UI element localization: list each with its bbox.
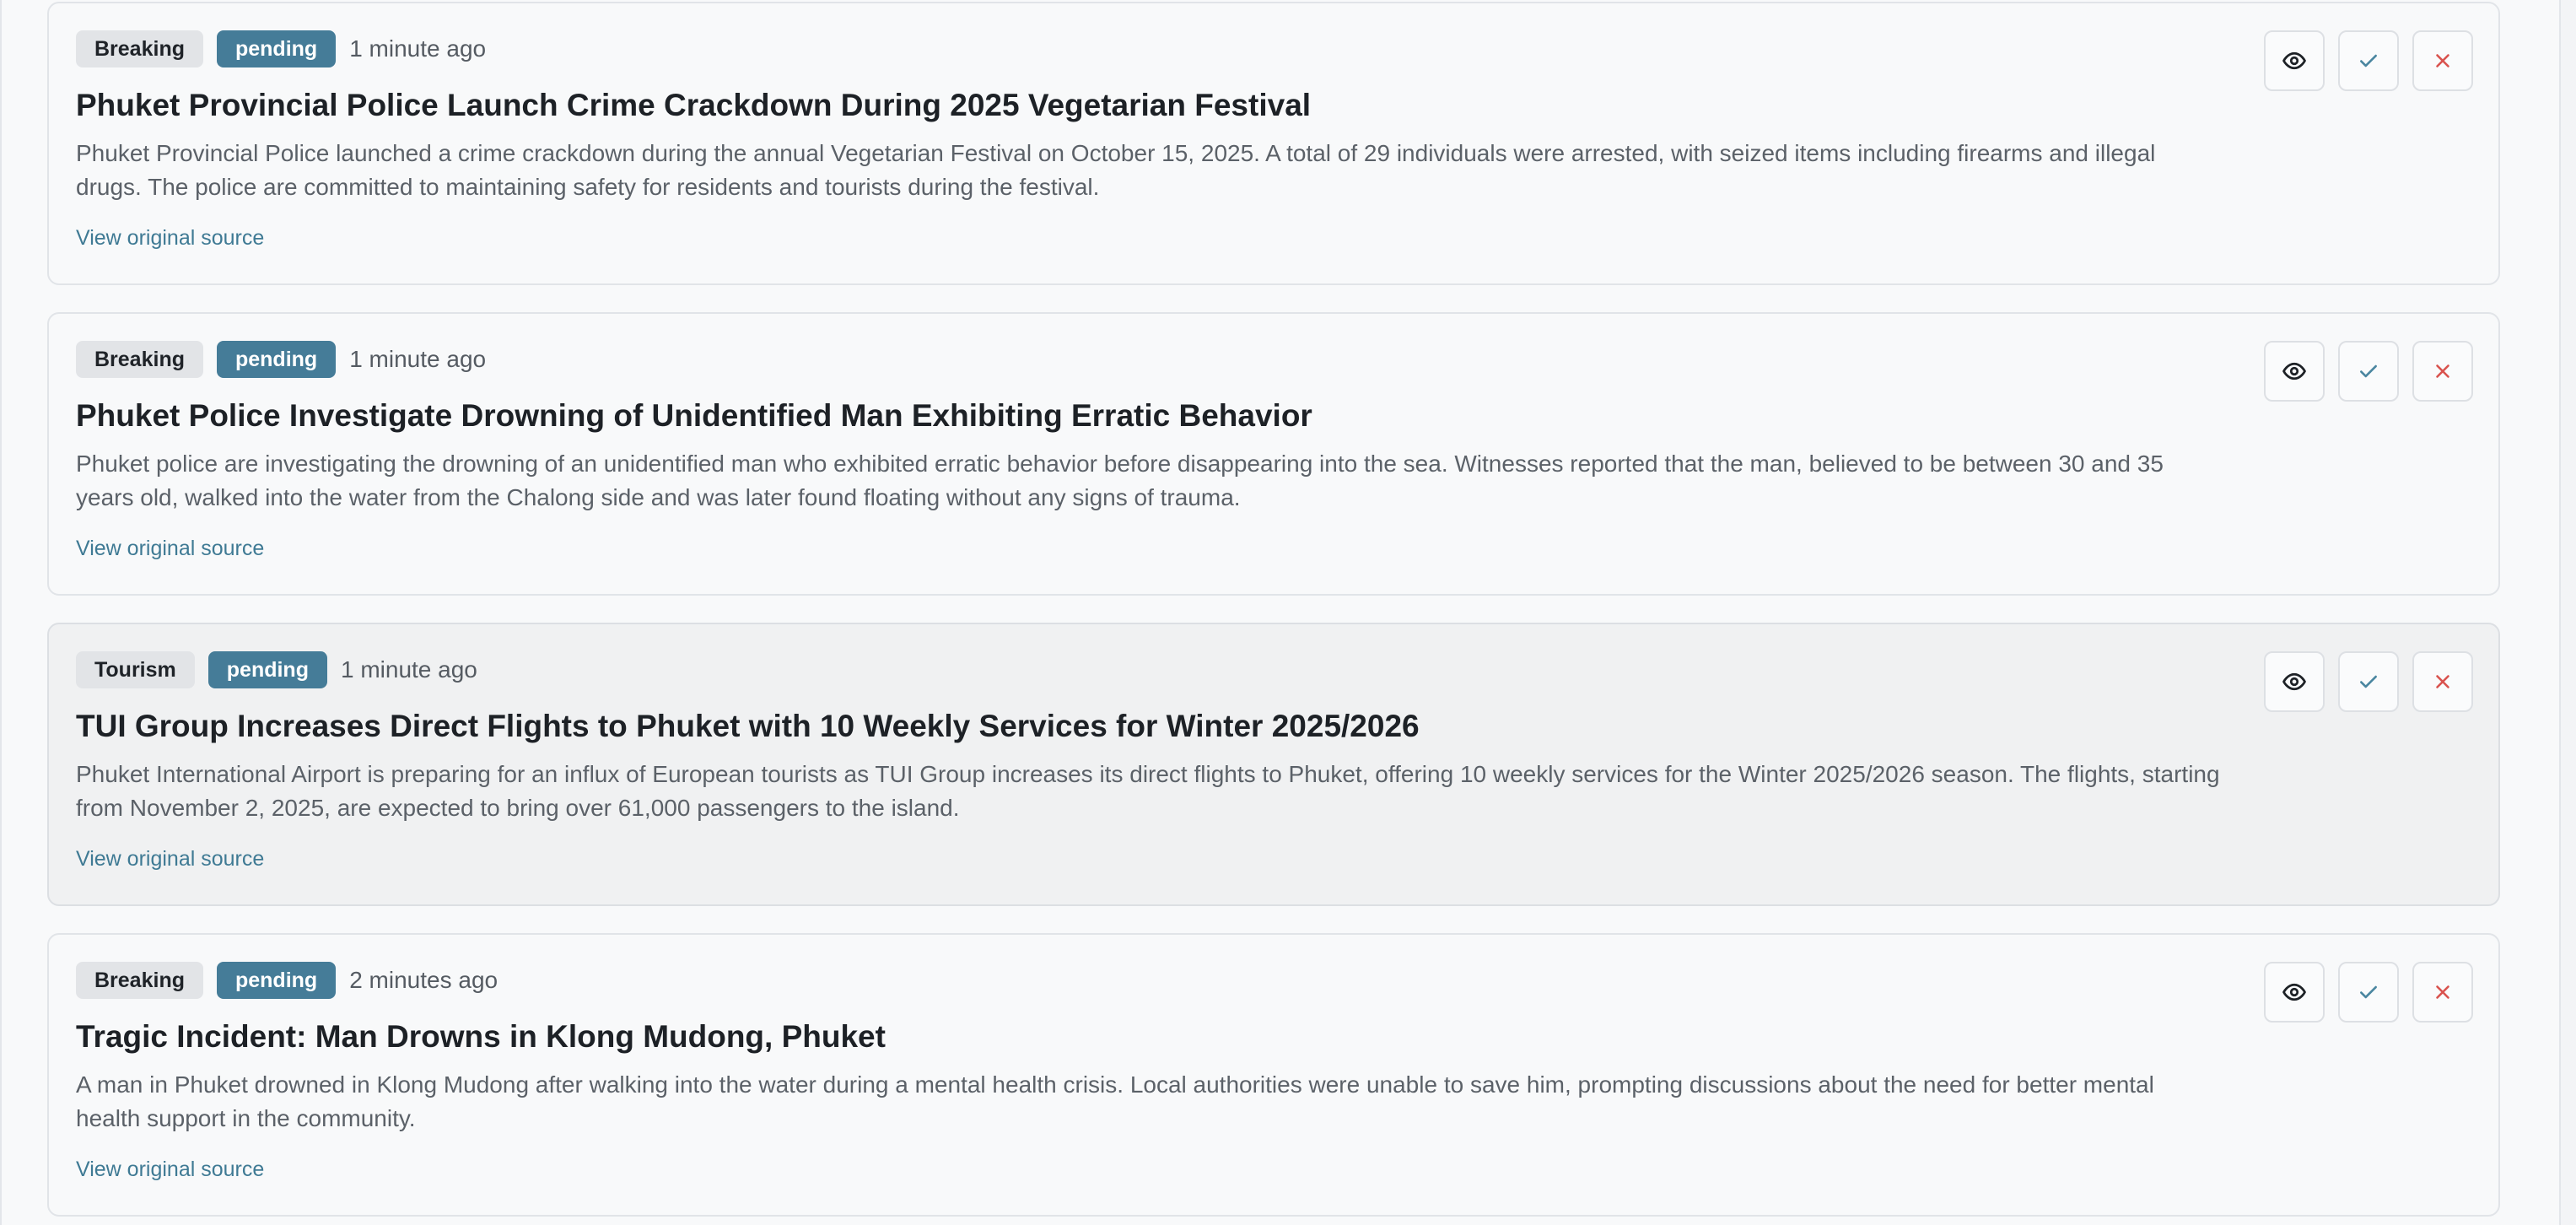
view-source-link[interactable]: View original source: [76, 1158, 264, 1182]
article-summary: Phuket Provincial Police launched a crim…: [76, 140, 2156, 200]
article-meta: Breaking pending 1 minute ago: [76, 341, 2220, 378]
timestamp: 1 minute ago: [340, 656, 477, 683]
approve-button[interactable]: [2338, 651, 2399, 712]
eye-icon: [2282, 48, 2307, 73]
article-summary: Phuket police are investigating the drow…: [76, 451, 2164, 510]
article-meta: Breaking pending 1 minute ago: [76, 30, 2220, 67]
article-list: Breaking pending 1 minute ago Phuket Pro…: [47, 2, 2500, 1225]
article-title: Phuket Provincial Police Launch Crime Cr…: [76, 88, 1312, 122]
approve-button[interactable]: [2338, 341, 2399, 402]
check-icon: [2358, 360, 2379, 382]
article-title: TUI Group Increases Direct Flights to Ph…: [76, 709, 1420, 743]
article-meta: Breaking pending 2 minutes ago: [76, 962, 2220, 999]
reject-button[interactable]: [2412, 962, 2473, 1023]
x-icon: [2432, 671, 2454, 693]
article-actions: [2250, 962, 2473, 1023]
article-card: Breaking pending 2 minutes ago Tragic In…: [47, 933, 2500, 1217]
timestamp: 2 minutes ago: [349, 967, 498, 993]
article-card: Breaking pending 1 minute ago Phuket Pro…: [47, 2, 2500, 285]
x-icon: [2432, 981, 2454, 1003]
category-badge: Breaking: [76, 962, 203, 999]
reject-button[interactable]: [2412, 651, 2473, 712]
page: Breaking pending 1 minute ago Phuket Pro…: [0, 0, 2576, 1225]
check-icon: [2358, 50, 2379, 72]
x-icon: [2432, 360, 2454, 382]
article-meta: Tourism pending 1 minute ago: [76, 651, 2220, 688]
eye-icon: [2282, 979, 2307, 1005]
view-button[interactable]: [2264, 341, 2325, 402]
article-card: Tourism pending 1 minute ago TUI Group I…: [47, 623, 2500, 906]
reject-button[interactable]: [2412, 341, 2473, 402]
scrollbar-track[interactable]: [2559, 0, 2576, 1225]
article-actions: [2250, 341, 2473, 402]
approve-button[interactable]: [2338, 962, 2399, 1023]
approve-button[interactable]: [2338, 30, 2399, 91]
article-summary: Phuket International Airport is preparin…: [76, 761, 2220, 821]
view-button[interactable]: [2264, 30, 2325, 91]
category-badge: Tourism: [76, 651, 195, 688]
article-title: Tragic Incident: Man Drowns in Klong Mud…: [76, 1019, 886, 1054]
reject-button[interactable]: [2412, 30, 2473, 91]
view-button[interactable]: [2264, 651, 2325, 712]
article-card: Breaking pending 1 minute ago Phuket Pol…: [47, 312, 2500, 596]
article-title: Phuket Police Investigate Drowning of Un…: [76, 398, 1312, 433]
view-source-link[interactable]: View original source: [76, 537, 264, 561]
article-actions: [2250, 30, 2473, 91]
view-source-link[interactable]: View original source: [76, 226, 264, 251]
timestamp: 1 minute ago: [349, 346, 487, 372]
category-badge: Breaking: [76, 30, 203, 67]
article-summary: A man in Phuket drowned in Klong Mudong …: [76, 1071, 2154, 1131]
status-badge: pending: [207, 651, 327, 688]
check-icon: [2358, 981, 2379, 1003]
timestamp: 1 minute ago: [349, 35, 487, 62]
status-badge: pending: [216, 341, 337, 378]
check-icon: [2358, 671, 2379, 693]
view-source-link[interactable]: View original source: [76, 847, 264, 872]
category-badge: Breaking: [76, 341, 203, 378]
eye-icon: [2282, 669, 2307, 694]
article-actions: [2250, 651, 2473, 712]
view-button[interactable]: [2264, 962, 2325, 1023]
eye-icon: [2282, 359, 2307, 384]
status-badge: pending: [216, 30, 337, 67]
status-badge: pending: [216, 962, 337, 999]
x-icon: [2432, 50, 2454, 72]
